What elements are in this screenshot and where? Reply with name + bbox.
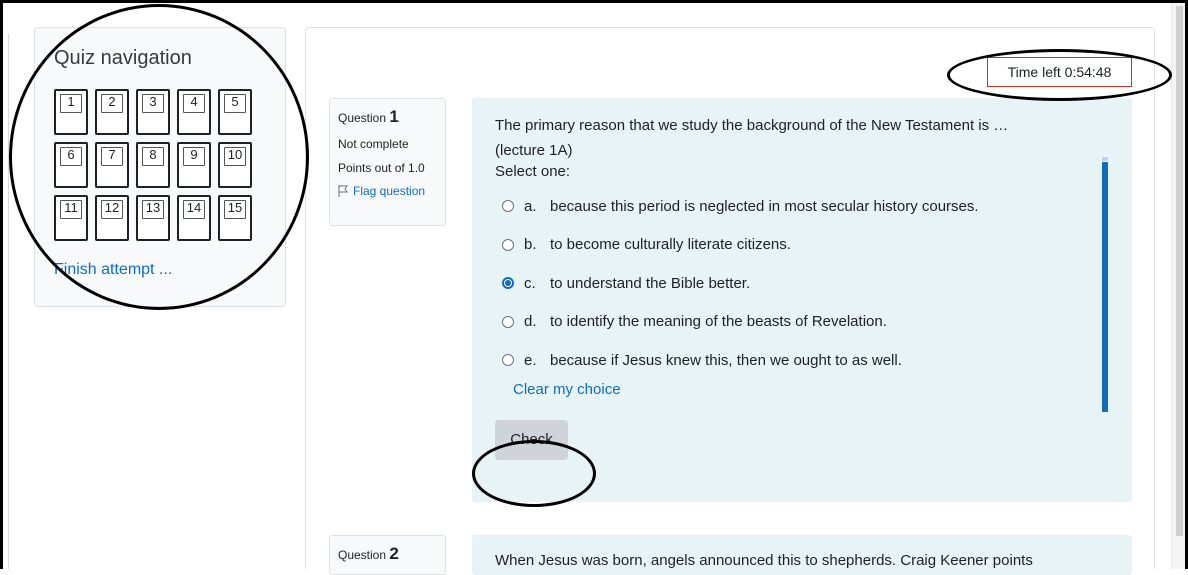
answer-list: a. because this period is neglected in m… bbox=[502, 187, 979, 380]
answer-option-a[interactable]: a. because this period is neglected in m… bbox=[502, 187, 979, 226]
quiz-nav-button-6[interactable]: 6 bbox=[54, 142, 88, 188]
radio-button[interactable] bbox=[502, 354, 514, 367]
answer-option-b[interactable]: b. to become culturally literate citizen… bbox=[502, 226, 979, 265]
left-edge bbox=[8, 34, 9, 569]
answer-option-e[interactable]: e. because if Jesus knew this, then we o… bbox=[502, 341, 979, 380]
quiz-nav-button-label: 11 bbox=[64, 200, 78, 215]
quiz-navigation-title: Quiz navigation bbox=[54, 47, 192, 69]
radio-button[interactable] bbox=[502, 200, 514, 213]
question-label: Question bbox=[338, 548, 387, 562]
quiz-nav-button-label: 15 bbox=[227, 200, 243, 215]
question-2-content: When Jesus was born, angels announced th… bbox=[472, 535, 1132, 575]
question-1-info: Question 1 Not complete Points out of 1.… bbox=[329, 98, 446, 226]
quiz-nav-button-5[interactable]: 5 bbox=[218, 89, 252, 135]
time-left-display: Time left 0:54:48 bbox=[987, 57, 1132, 87]
quiz-nav-button-4[interactable]: 4 bbox=[177, 89, 211, 135]
answer-text: because this period is neglected in most… bbox=[550, 197, 979, 215]
answer-text: to identify the meaning of the beasts of… bbox=[550, 313, 887, 331]
quiz-nav-button-1[interactable]: 1 bbox=[54, 89, 88, 135]
question-2-info: Question 2 bbox=[329, 535, 446, 575]
quiz-navigation-block: Quiz navigation 1 2 3 4 5 6 7 8 9 10 11 … bbox=[34, 27, 286, 307]
radio-button[interactable] bbox=[502, 315, 514, 328]
quiz-nav-button-label: 4 bbox=[190, 94, 198, 109]
answer-scrollbar[interactable] bbox=[1102, 162, 1108, 412]
answer-letter: b. bbox=[524, 236, 537, 254]
quiz-nav-button-8[interactable]: 8 bbox=[136, 142, 170, 188]
flag-question-label: Flag question bbox=[353, 184, 426, 198]
quiz-nav-button-label: 1 bbox=[67, 94, 75, 109]
quiz-nav-button-14[interactable]: 14 bbox=[177, 195, 211, 241]
quiz-nav-button-9[interactable]: 9 bbox=[177, 142, 211, 188]
answer-scrollbar-track bbox=[1102, 157, 1108, 161]
quiz-nav-button-15[interactable]: 15 bbox=[218, 195, 252, 241]
question-state: Not complete bbox=[338, 137, 409, 151]
question-number: 2 bbox=[389, 544, 399, 563]
quiz-nav-button-label: 10 bbox=[227, 147, 243, 162]
question-1-content: The primary reason that we study the bac… bbox=[472, 98, 1132, 502]
quiz-nav-button-11[interactable]: 11 bbox=[54, 195, 88, 241]
page-scrollbar-thumb[interactable] bbox=[1176, 6, 1183, 536]
quiz-nav-button-label: 14 bbox=[186, 200, 202, 215]
flag-question-link[interactable]: Flag question bbox=[338, 184, 437, 198]
quiz-nav-button-label: 8 bbox=[149, 147, 157, 162]
quiz-navigation-grid: 1 2 3 4 5 6 7 8 9 10 11 12 13 14 15 bbox=[54, 89, 252, 241]
answer-text: because if Jesus knew this, then we ough… bbox=[550, 351, 902, 369]
quiz-nav-button-13[interactable]: 13 bbox=[136, 195, 170, 241]
answer-letter: e. bbox=[524, 351, 537, 369]
quiz-nav-button-label: 9 bbox=[190, 147, 198, 162]
flag-icon bbox=[338, 185, 348, 197]
answer-letter: a. bbox=[524, 197, 537, 215]
answer-text: to become culturally literate citizens. bbox=[550, 236, 791, 254]
question-number: 1 bbox=[389, 107, 399, 126]
question-text: The primary reason that we study the bac… bbox=[495, 117, 1009, 159]
quiz-nav-button-label: 7 bbox=[108, 147, 116, 162]
question-text: When Jesus was born, angels announced th… bbox=[495, 552, 1033, 569]
question-label: Question bbox=[338, 111, 387, 125]
quiz-nav-button-label: 12 bbox=[104, 200, 120, 215]
quiz-nav-button-label: 13 bbox=[145, 200, 161, 215]
answer-text: to understand the Bible better. bbox=[550, 274, 751, 292]
radio-button[interactable] bbox=[502, 238, 514, 251]
quiz-nav-button-12[interactable]: 12 bbox=[95, 195, 129, 241]
quiz-nav-button-2[interactable]: 2 bbox=[95, 89, 129, 135]
finish-attempt-link[interactable]: Finish attempt ... bbox=[54, 261, 172, 279]
radio-button-selected[interactable] bbox=[502, 277, 514, 290]
answer-letter: c. bbox=[524, 274, 536, 292]
quiz-nav-button-10[interactable]: 10 bbox=[218, 142, 252, 188]
clear-choice-link[interactable]: Clear my choice bbox=[513, 381, 621, 398]
answer-prompt: Select one: bbox=[495, 163, 571, 180]
quiz-nav-button-label: 2 bbox=[108, 94, 116, 109]
answer-option-c[interactable]: c. to understand the Bible better. bbox=[502, 264, 979, 303]
check-button[interactable]: Check bbox=[495, 420, 568, 460]
quiz-nav-button-label: 3 bbox=[149, 94, 157, 109]
question-grade: Points out of 1.0 bbox=[338, 161, 425, 175]
quiz-nav-button-label: 6 bbox=[67, 147, 75, 162]
quiz-nav-button-3[interactable]: 3 bbox=[136, 89, 170, 135]
answer-letter: d. bbox=[524, 313, 537, 331]
quiz-nav-button-7[interactable]: 7 bbox=[95, 142, 129, 188]
answer-option-d[interactable]: d. to identify the meaning of the beasts… bbox=[502, 303, 979, 342]
quiz-nav-button-label: 5 bbox=[231, 94, 239, 109]
